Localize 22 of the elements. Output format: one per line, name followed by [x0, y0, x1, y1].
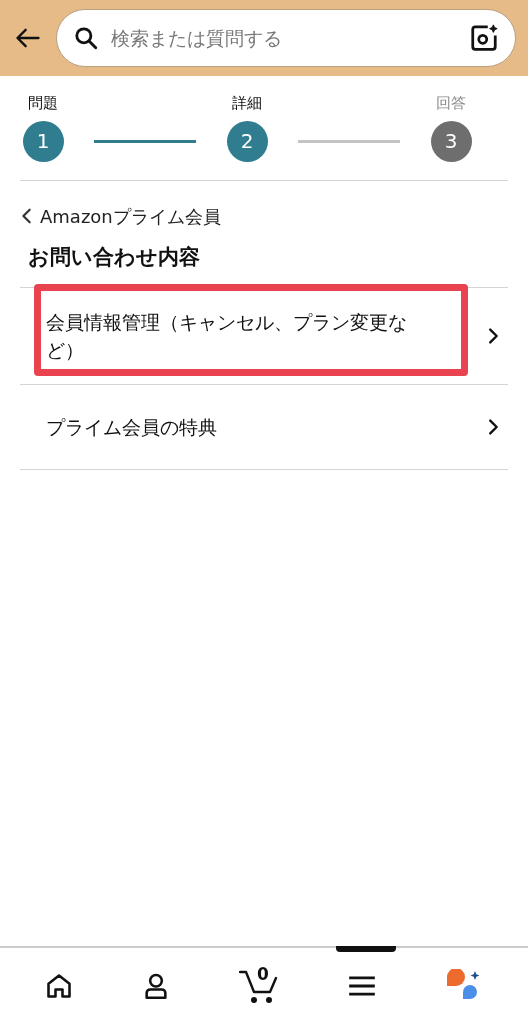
breadcrumb-link[interactable]: Amazonプライム会員: [40, 202, 221, 230]
home-icon[interactable]: [44, 972, 73, 1000]
step-number: 1: [22, 120, 64, 162]
search-field[interactable]: 検索または質問する: [111, 23, 457, 53]
search-icon: [73, 25, 99, 51]
cart-icon[interactable]: [238, 968, 279, 1004]
step-label: 問題: [28, 93, 58, 114]
cart-count: 0: [256, 963, 269, 986]
step-label: 回答: [436, 93, 466, 114]
step-label: 詳細: [232, 93, 262, 114]
search-bar[interactable]: 検索または質問する: [56, 9, 516, 67]
step-number: 3: [430, 120, 472, 162]
item-label: 会員情報管理（キャンセル、プラン変更など）: [46, 310, 408, 363]
item-label: プライム会員の特典: [46, 415, 218, 440]
list-item[interactable]: 会員情報管理（キャンセル、プラン変更など）: [20, 288, 508, 385]
section-heading: お問い合わせ内容: [27, 243, 201, 271]
list-item[interactable]: プライム会員の特典: [20, 385, 508, 470]
tab-indicator: [336, 946, 396, 952]
menu-icon[interactable]: [348, 974, 377, 998]
back-chevron-icon[interactable]: [20, 207, 34, 225]
step-number: 2: [226, 120, 268, 162]
camera-sparkle-icon[interactable]: [469, 23, 499, 53]
